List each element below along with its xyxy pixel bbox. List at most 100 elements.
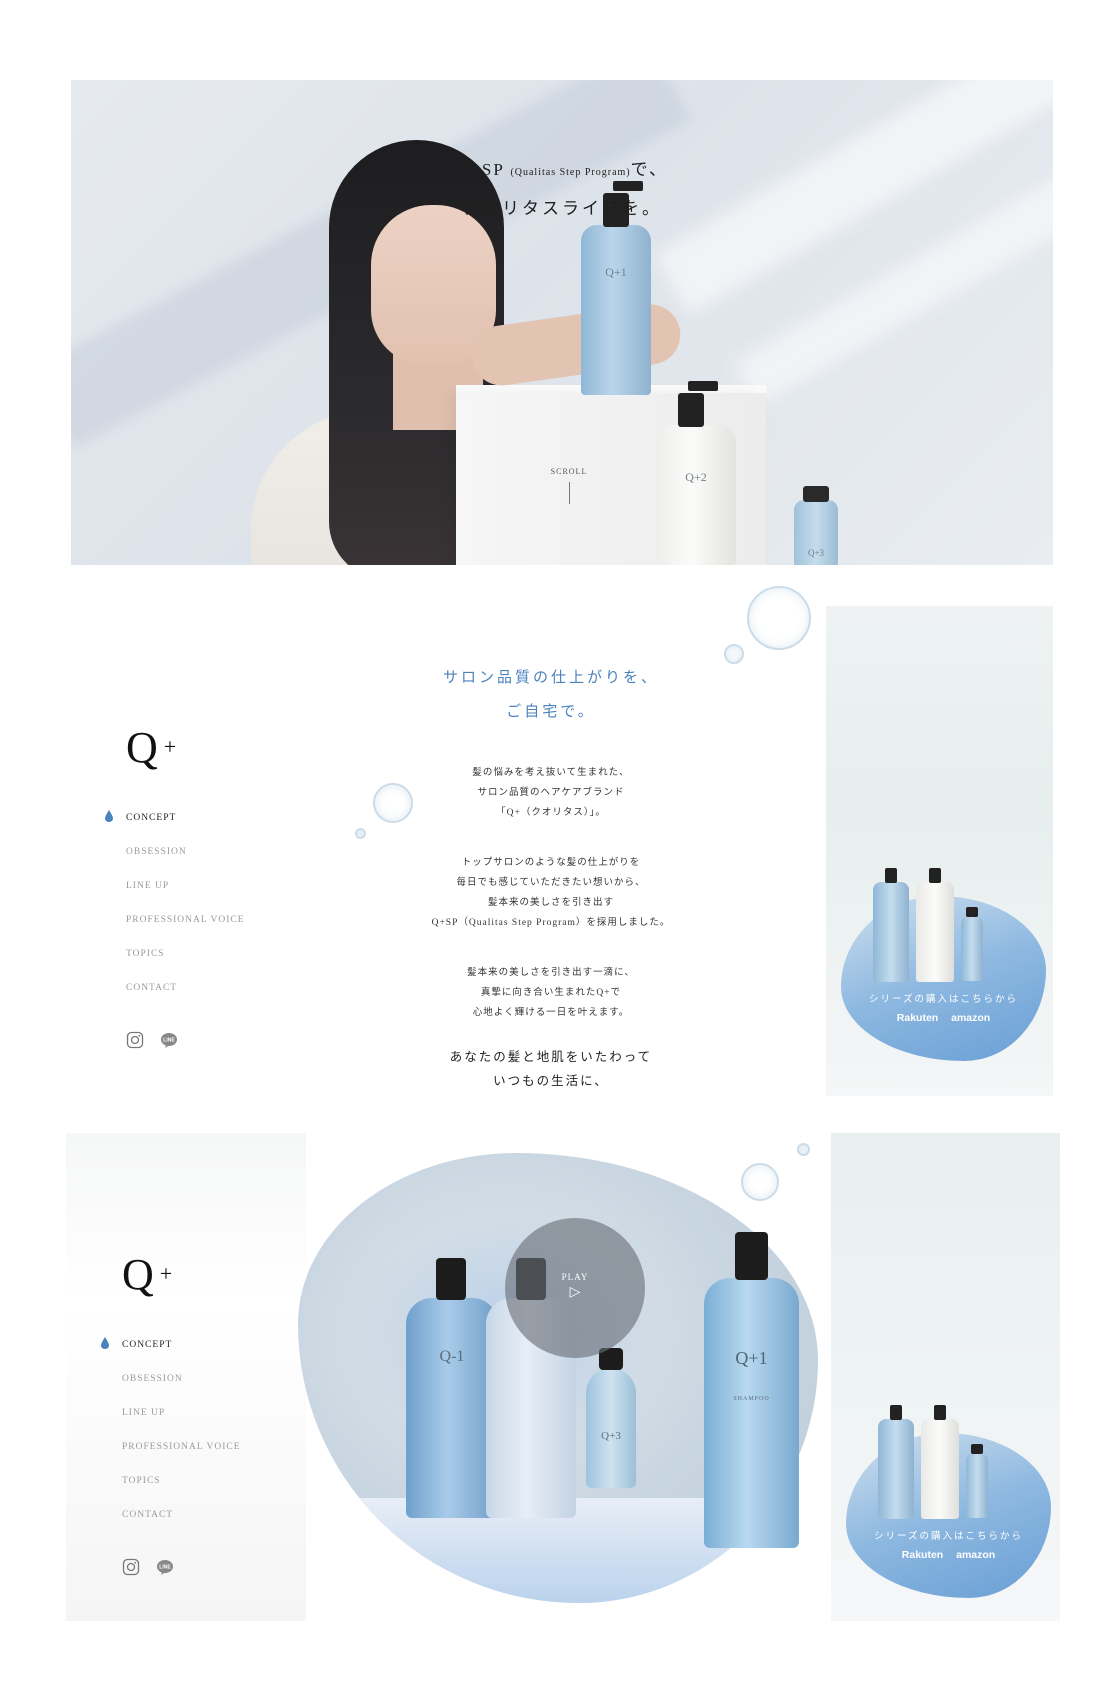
logo-q: Q (122, 1250, 154, 1299)
bottle-cap (803, 486, 829, 502)
nav-label: CONCEPT (126, 813, 177, 823)
instagram-icon[interactable] (126, 1031, 144, 1049)
logo-plus: + (163, 734, 177, 759)
sidebar-nav: Q + CONCEPT OBSESSION LINE UP PROFESSIONA… (105, 722, 245, 1049)
nav-item-line-up[interactable]: LINE UP (126, 881, 245, 915)
concept-text: 心地よく輝ける一日を叶えます。 (472, 1008, 630, 1018)
concept-text: 毎日でも感じていただきたい想いから、 (456, 878, 646, 888)
video-bottle-q1: Q-1 (406, 1258, 498, 1518)
concept-closing: あなたの髪と地肌をいたわって (449, 1050, 653, 1064)
hero-section: Q+1 Q+2 Q+3 Q+SP (Qualitas Step Program)… (71, 80, 1053, 565)
purchase-widget[interactable]: シリーズの購入はこちらから Rakuten amazon (841, 866, 1046, 1061)
nav-label: PROFESSIONAL VOICE (122, 1442, 241, 1452)
nav-list: CONCEPT OBSESSION LINE UP PROFESSIONAL V… (101, 1337, 241, 1544)
hero-headline-main: Q+SP (456, 160, 505, 179)
line-icon[interactable]: LINE (156, 1558, 174, 1576)
sidebar-nav: Q + CONCEPT OBSESSION LINE UP PROFESSIONA… (101, 1249, 241, 1576)
hero-subline: クオリタスライフを。 (462, 199, 662, 218)
concept-heading-2: ご自宅で。 (506, 704, 596, 720)
concept-text: トップサロンのような髪の仕上がりを (461, 858, 641, 868)
nav-item-contact[interactable]: CONTACT (122, 1510, 241, 1544)
mini-bottle-q2 (916, 868, 954, 982)
svg-text:LINE: LINE (163, 1038, 175, 1044)
nav-item-topics[interactable]: TOPICS (122, 1476, 241, 1510)
bottle-pump (735, 1232, 768, 1280)
hero-headline-small: (Qualitas Step Program) (510, 167, 631, 178)
bottle-pump (885, 868, 897, 883)
hero-headline-tail: で、 (630, 160, 668, 179)
nav-list: CONCEPT OBSESSION LINE UP PROFESSIONAL V… (105, 810, 245, 1017)
hero-bottle-q2: Q+2 (656, 381, 736, 565)
scroll-label: SCROLL (550, 467, 588, 476)
nav-item-contact[interactable]: CONTACT (126, 983, 245, 1017)
nav-item-line-up[interactable]: LINE UP (122, 1408, 241, 1442)
bottle-label: Q+2 (685, 470, 707, 484)
bottle-label: Q+3 (601, 1430, 621, 1442)
bottle-cap (971, 1444, 983, 1454)
hero-bottle-q1: Q+1 (581, 181, 651, 395)
concept-text: 髪本来の美しさを引き出す (487, 898, 614, 908)
line-icon[interactable]: LINE (160, 1031, 178, 1049)
bottle-pump (890, 1405, 902, 1420)
purchase-label: シリーズの購入はこちらから (873, 1532, 1024, 1542)
nav-label: LINE UP (126, 881, 170, 891)
bottle-text: SHAMPOO (733, 1396, 770, 1402)
nav-item-topics[interactable]: TOPICS (126, 949, 245, 983)
concept-closing: いつもの生活に、 (493, 1074, 609, 1088)
play-button[interactable]: PLAY ▷ (505, 1218, 645, 1358)
bottle-label: Q+1 (735, 1348, 768, 1368)
social-links: LINE (126, 1031, 245, 1049)
nav-item-obsession[interactable]: OBSESSION (126, 847, 245, 881)
mini-bottle-q1 (878, 1405, 914, 1519)
concept-copy: サロン品質の仕上がりを、 ご自宅で。 髪の悩みを考え抜いて生まれた、 サロン品質… (361, 661, 741, 1093)
drop-icon (105, 810, 113, 822)
concept-text: 髪の悩みを考え抜いて生まれた、 (472, 768, 630, 778)
bottle-pump (934, 1405, 946, 1420)
logo-plus: + (159, 1261, 173, 1286)
bottle-pump (929, 868, 941, 883)
nav-label: CONTACT (122, 1510, 174, 1520)
bottle-label: Q+3 (807, 548, 825, 558)
nav-item-obsession[interactable]: OBSESSION (122, 1374, 241, 1408)
shop-links: Rakuten amazon (841, 1012, 1046, 1024)
social-links: LINE (122, 1558, 241, 1576)
hero-headline: Q+SP (Qualitas Step Program)で、 クオリタスライフを… (71, 155, 1053, 219)
scroll-line (568, 482, 570, 504)
nav-label: CONCEPT (122, 1340, 173, 1350)
nav-item-concept[interactable]: CONCEPT (101, 1337, 241, 1374)
rakuten-link[interactable]: Rakuten (902, 1549, 943, 1561)
brand-logo[interactable]: Q + (122, 1249, 241, 1300)
nav-label: TOPICS (126, 949, 165, 959)
hero-headline-line1: Q+SP (Qualitas Step Program)で、 (71, 155, 1053, 180)
rakuten-link[interactable]: Rakuten (897, 1012, 938, 1024)
concept-text: 真摯に向き合い生まれたQ+で (480, 988, 622, 998)
concept-heading-1: サロン品質の仕上がりを、 (442, 670, 659, 686)
bottle-cap (966, 907, 978, 917)
concept-text: サロン品質のヘアケアブランド (477, 788, 625, 798)
amazon-link[interactable]: amazon (951, 1012, 990, 1024)
nav-item-concept[interactable]: CONCEPT (105, 810, 245, 847)
nav-label: TOPICS (122, 1476, 161, 1486)
nav-item-professional-voice[interactable]: PROFESSIONAL VOICE (122, 1442, 241, 1476)
purchase-widget[interactable]: シリーズの購入はこちらから Rakuten amazon (846, 1403, 1051, 1598)
video-bottle-q3: Q+3 (586, 1348, 636, 1488)
instagram-icon[interactable] (122, 1558, 140, 1576)
shop-links: Rakuten amazon (846, 1549, 1051, 1561)
mini-bottle-q3 (966, 1444, 988, 1518)
bottle-pump (678, 381, 718, 427)
play-label: PLAY (561, 1272, 589, 1282)
drop-icon (101, 1337, 109, 1349)
bottle-pump (436, 1258, 466, 1300)
hero-bottle-q3: Q+3 (794, 486, 838, 565)
nav-label: OBSESSION (126, 847, 187, 857)
bubble-decoration (797, 1143, 810, 1156)
purchase-label: シリーズの購入はこちらから (868, 995, 1019, 1005)
bottle-label: Q-1 (439, 1348, 465, 1365)
amazon-link[interactable]: amazon (956, 1549, 995, 1561)
mini-bottle-q3 (961, 907, 983, 981)
nav-item-professional-voice[interactable]: PROFESSIONAL VOICE (126, 915, 245, 949)
scroll-indicator[interactable]: SCROLL (549, 467, 589, 504)
bubble-decoration (747, 586, 811, 650)
bubble-decoration (741, 1163, 779, 1201)
brand-logo[interactable]: Q + (126, 722, 245, 773)
